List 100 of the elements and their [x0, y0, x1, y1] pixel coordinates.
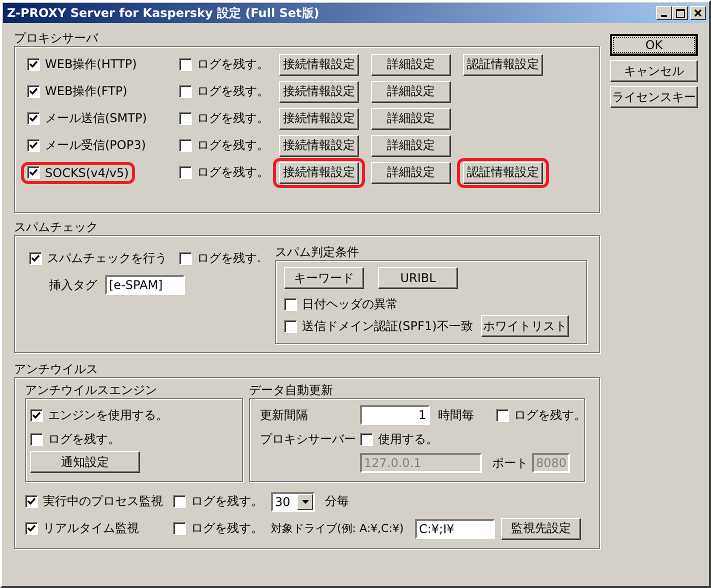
dialog-button[interactable]: ライセンスキー: [610, 86, 698, 108]
field-label: ポート: [492, 454, 528, 472]
checkbox-label: 使用する。: [378, 430, 438, 448]
checkbox-label: ログを残す。: [197, 137, 269, 154]
log-checkbox[interactable]: ログを残す。: [173, 520, 263, 537]
group-title: データ自動更新: [249, 382, 334, 398]
interval-field[interactable]: 1: [360, 405, 430, 425]
checkbox[interactable]: [173, 495, 186, 508]
checkbox[interactable]: [27, 112, 40, 125]
notify-settings-button[interactable]: 通知設定: [30, 451, 140, 473]
checkbox-label: ログを残す。: [514, 406, 586, 424]
checkbox-label: ログを残す。: [197, 83, 269, 100]
group-title: プロキシサーバ: [14, 30, 100, 46]
close-icon: [694, 9, 702, 17]
proxy-use-checkbox[interactable]: 使用する。: [360, 430, 438, 448]
checkbox-label: ログを残す。: [197, 56, 269, 73]
checkbox-label: SOCKS(v4/v5): [45, 166, 129, 180]
window-title: Z-PROXY Server for Kaspersky 設定 (Full Set版): [7, 4, 320, 22]
dialog-button[interactable]: キャンセル: [610, 60, 698, 82]
unit-label: 時間毎: [438, 406, 474, 424]
checkbox[interactable]: [360, 432, 373, 446]
checkbox[interactable]: [179, 112, 192, 125]
checkbox[interactable]: [496, 408, 509, 422]
checkbox-label: ログを残す。: [191, 493, 263, 510]
settings-button[interactable]: 詳細設定: [371, 162, 451, 184]
group-title: アンチウイルス: [14, 361, 99, 377]
checkbox-label: ログを残す。: [191, 520, 263, 537]
settings-button[interactable]: 接続情報設定: [279, 54, 359, 76]
date-check-checkbox[interactable]: 日付ヘッダの異常: [284, 296, 398, 312]
maximize-button[interactable]: [672, 6, 688, 20]
unit-label: 分毎: [325, 493, 349, 510]
field-label: プロキシサーバー: [260, 430, 356, 448]
checkbox-label: ログを残す.: [197, 250, 261, 267]
checkbox[interactable]: [30, 432, 43, 446]
whitelist-button[interactable]: ホワイトリスト: [480, 315, 569, 337]
field-label: 対象ドライブ(例: A:¥,C:¥): [271, 521, 404, 536]
checkbox[interactable]: [284, 320, 297, 332]
checkbox-label: 日付ヘッダの異常: [302, 296, 398, 312]
checkbox-label: WEB操作(FTP): [45, 83, 128, 100]
field-label: 挿入タグ: [49, 276, 97, 294]
settings-button[interactable]: 詳細設定: [371, 80, 451, 102]
criteria-button[interactable]: URIBL: [378, 267, 458, 289]
checkbox-label: メール受信(POP3): [45, 137, 146, 154]
log-checkbox[interactable]: ログを残す。: [179, 137, 269, 154]
protocol-checkbox[interactable]: SOCKS(v4/v5): [27, 166, 129, 180]
checkbox[interactable]: [25, 495, 38, 508]
group-title: アンチウイルスエンジン: [25, 382, 158, 398]
checkbox[interactable]: [30, 408, 43, 422]
checkbox-label: ログを残す。: [197, 164, 269, 181]
settings-button[interactable]: 接続情報設定: [279, 80, 359, 102]
checkbox-label: ログを残す。: [197, 110, 269, 127]
checkbox[interactable]: [179, 85, 192, 98]
checkbox[interactable]: [179, 166, 192, 179]
checkbox[interactable]: [27, 139, 40, 152]
checkbox-label: WEB操作(HTTP): [45, 56, 137, 73]
realtime-monitor-checkbox[interactable]: リアルタイム監視: [25, 520, 139, 537]
settings-button[interactable]: 詳細設定: [371, 134, 451, 156]
settings-button[interactable]: 詳細設定: [371, 54, 451, 76]
group-title: スパム判定条件: [275, 244, 360, 260]
dialog-button[interactable]: OK: [610, 34, 698, 56]
log-checkbox[interactable]: ログを残す。: [179, 83, 269, 100]
log-checkbox[interactable]: ログを残す。: [179, 164, 269, 181]
settings-button[interactable]: 接続情報設定: [279, 162, 359, 184]
tag-field[interactable]: [e-SPAM]: [105, 275, 185, 295]
log-checkbox[interactable]: ログを残す。: [173, 493, 263, 510]
log-checkbox[interactable]: ログを残す。: [496, 406, 586, 424]
log-checkbox[interactable]: ログを残す.: [179, 250, 261, 267]
checkbox[interactable]: [284, 298, 297, 310]
log-checkbox[interactable]: ログを残す。: [179, 110, 269, 127]
settings-button[interactable]: 接続情報設定: [279, 134, 359, 156]
settings-button[interactable]: 認証情報設定: [463, 162, 543, 184]
field-label: 更新間隔: [260, 406, 308, 424]
checkbox-label: ログを残す。: [48, 430, 120, 448]
settings-button[interactable]: 接続情報設定: [279, 108, 359, 130]
maximize-icon: [676, 8, 684, 18]
select-value: 30: [275, 494, 290, 508]
checkbox[interactable]: [27, 166, 40, 179]
criteria-button[interactable]: キーワード: [284, 267, 364, 289]
group-title: スパムチェック: [14, 219, 99, 235]
checkbox-label: リアルタイム監視: [43, 520, 139, 537]
checkbox[interactable]: [173, 522, 186, 535]
log-checkbox[interactable]: ログを残す。: [30, 430, 120, 448]
checkbox[interactable]: [27, 58, 40, 71]
checkbox[interactable]: [29, 252, 42, 265]
log-checkbox[interactable]: ログを残す。: [179, 56, 269, 73]
protocol-checkbox[interactable]: WEB操作(FTP): [27, 83, 128, 100]
checkbox[interactable]: [25, 522, 38, 535]
protocol-checkbox[interactable]: WEB操作(HTTP): [27, 56, 137, 73]
close-button[interactable]: [690, 6, 706, 20]
minimize-button[interactable]: [656, 6, 672, 20]
protocol-checkbox[interactable]: メール受信(POP3): [27, 137, 146, 154]
checkbox[interactable]: [179, 139, 192, 152]
checkbox[interactable]: [179, 252, 192, 265]
drive-field[interactable]: C:¥;I¥: [415, 518, 495, 538]
interval-select[interactable]: 30: [271, 492, 315, 512]
checkbox[interactable]: [179, 58, 192, 71]
settings-button[interactable]: 詳細設定: [371, 108, 451, 130]
settings-button[interactable]: 認証情報設定: [463, 54, 543, 76]
checkbox[interactable]: [27, 85, 40, 98]
monitor-settings-button[interactable]: 監視先設定: [501, 518, 581, 540]
